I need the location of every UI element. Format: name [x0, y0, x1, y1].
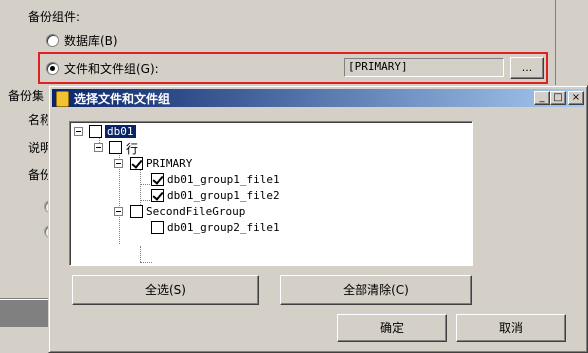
browse-button[interactable]: ... — [510, 57, 544, 79]
dialog-title: 选择文件和文件组 — [74, 92, 171, 106]
checkbox-second-group[interactable] — [130, 205, 143, 218]
ok-button[interactable]: 确定 — [337, 314, 447, 342]
backup-set-label: 备份集 — [8, 89, 45, 103]
collapse-toggle[interactable] — [74, 127, 83, 136]
tree-node-primary[interactable]: PRIMARY — [146, 157, 192, 170]
file-tree[interactable]: db01 行 PRIMARY db01_group1_file1 db01_gr… — [69, 121, 473, 266]
minimize-button[interactable]: _ — [534, 91, 550, 105]
database-radio-label[interactable]: 数据库(B) — [64, 32, 118, 49]
collapse-toggle[interactable] — [94, 143, 103, 152]
status-strip — [0, 300, 48, 327]
files-field: [PRIMARY] — [344, 58, 504, 77]
tree-node-second-group[interactable]: SecondFileGroup — [146, 205, 245, 218]
tree-node-file2[interactable]: db01_group1_file2 — [167, 189, 280, 202]
select-files-dialog: 选择文件和文件组 _ □ × db01 行 PRIMARY db01_group… — [48, 85, 588, 353]
checkbox-file1[interactable] — [151, 173, 164, 186]
tree-line — [140, 262, 152, 263]
files-radio[interactable] — [46, 62, 59, 75]
cancel-button[interactable]: 取消 — [456, 314, 566, 342]
backup-component-label: 备份组件: — [28, 10, 81, 24]
tree-node-rows[interactable]: 行 — [126, 140, 138, 157]
tree-node-file3[interactable]: db01_group2_file1 — [167, 221, 280, 234]
database-radio[interactable] — [46, 34, 59, 47]
dialog-icon — [56, 91, 69, 107]
checkbox-rows[interactable] — [109, 141, 122, 154]
checkbox-file2[interactable] — [151, 189, 164, 202]
checkbox-primary[interactable] — [130, 157, 143, 170]
panel-border — [555, 0, 556, 85]
files-radio-label[interactable]: 文件和文件组(G): — [64, 60, 159, 77]
clear-all-button[interactable]: 全部清除(C) — [280, 275, 472, 305]
maximize-button[interactable]: □ — [550, 91, 566, 105]
collapse-toggle[interactable] — [114, 207, 123, 216]
dialog-titlebar[interactable]: 选择文件和文件组 _ □ × — [52, 89, 584, 107]
tree-node-db01[interactable]: db01 — [105, 125, 136, 138]
close-button[interactable]: × — [568, 91, 584, 105]
tree-node-file1[interactable]: db01_group1_file1 — [167, 173, 280, 186]
collapse-toggle[interactable] — [114, 159, 123, 168]
checkbox-db01[interactable] — [89, 125, 102, 138]
tree-line — [140, 246, 141, 262]
select-all-button[interactable]: 全选(S) — [72, 275, 259, 305]
checkbox-file3[interactable] — [151, 221, 164, 234]
